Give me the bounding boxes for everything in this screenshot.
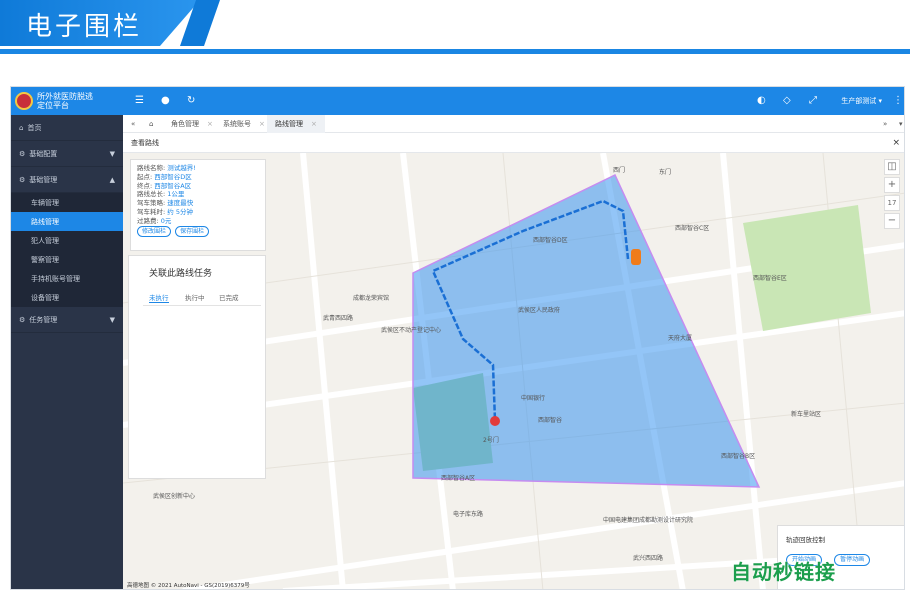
- chevron-up-icon: ▲: [109, 175, 115, 184]
- sidebar: 所外就医防脱逃 定位平台 ⌂ 首页 ⚙ 基础配置 ▼ ⚙ 基础管理 ▲ 车辆管理 …: [11, 87, 123, 589]
- end-marker-icon[interactable]: [490, 416, 500, 426]
- more-icon[interactable]: ⋮: [893, 95, 903, 106]
- pause-animation-button[interactable]: 暂停动画: [834, 554, 871, 566]
- page-banner: 电子围栏: [0, 0, 910, 54]
- watermark: 自动秒链接: [731, 560, 836, 584]
- zoom-in-button[interactable]: +: [884, 177, 900, 193]
- user-menu[interactable]: 生产部测试 ▾: [841, 96, 882, 106]
- panel-title: 轨迹回放控制: [786, 536, 825, 544]
- route-start-row: 起点: 西部智谷D区: [137, 172, 192, 181]
- app-window: 所外就医防脱逃 定位平台 ⌂ 首页 ⚙ 基础配置 ▼ ⚙ 基础管理 ▲ 车辆管理 …: [10, 86, 905, 590]
- refresh-icon[interactable]: ↻: [187, 95, 195, 106]
- close-icon[interactable]: ×: [311, 120, 317, 128]
- gear-icon: ⚙: [19, 175, 26, 184]
- route-toll-row: 过路费: 0元: [137, 216, 172, 225]
- map-label: 西部智谷: [538, 417, 563, 424]
- chevron-down-icon[interactable]: ▾: [891, 115, 904, 133]
- panel-header: 查看路线 ×: [123, 133, 904, 153]
- sidebar-item-home[interactable]: ⌂ 首页: [11, 115, 123, 141]
- map-label: 西部智谷D区: [533, 237, 568, 244]
- palette-icon[interactable]: ◐: [757, 95, 766, 106]
- sidebar-item-basic-config[interactable]: ⚙ 基础配置 ▼: [11, 141, 123, 167]
- sidebar-item-devices[interactable]: 设备管理: [11, 288, 123, 307]
- map-label: 中国电建集团成都勘测设计研究院: [603, 517, 694, 524]
- layers-icon[interactable]: ◫: [884, 159, 900, 175]
- map-view[interactable]: 西部智谷D区 武青西四路 西部智谷 武侯区人民政府 中国银行 电子库东路 武兴西…: [123, 153, 904, 589]
- route-time-row: 驾车耗时: 约 5分钟: [137, 207, 193, 216]
- map-label: 武侯区人民政府: [518, 307, 561, 314]
- map-label: 西部智谷C区: [675, 225, 710, 232]
- tab-roles[interactable]: 角色管理 ×: [163, 115, 221, 133]
- panel-title: 关联此路线任务: [149, 269, 213, 279]
- map-label: 2号门: [483, 437, 499, 444]
- tab-running[interactable]: 执行中: [185, 292, 205, 302]
- task-tabs: 未执行 执行中 已完成: [143, 292, 261, 306]
- record-icon[interactable]: ●: [161, 95, 170, 106]
- sidebar-item-vehicles[interactable]: 车辆管理: [11, 193, 123, 212]
- map-label: 成都龙荣宾馆: [353, 295, 390, 302]
- sidebar-item-routes[interactable]: 路线管理: [11, 212, 123, 231]
- sidebar-item-handheld-accounts[interactable]: 手持机账号管理: [11, 269, 123, 288]
- route-length-row: 路线总长: 1公里: [137, 190, 185, 199]
- tab-bar: « ⌂ 角色管理 × 系统账号 × 路线管理 × » ▾: [123, 115, 904, 133]
- map-label: 天府大厦: [668, 335, 693, 342]
- sidebar-item-tasks[interactable]: ⚙ 任务管理 ▼: [11, 307, 123, 333]
- close-icon[interactable]: ×: [892, 133, 900, 153]
- logo-text: 所外就医防脱逃 定位平台: [37, 92, 93, 110]
- geofence-polygon[interactable]: [412, 173, 761, 488]
- edit-fence-button[interactable]: 修改围栏: [137, 225, 172, 237]
- sidebar-item-prisoners[interactable]: 犯人管理: [11, 231, 123, 250]
- gear-icon: ⚙: [19, 149, 26, 158]
- save-fence-button[interactable]: 保存围栏: [175, 225, 210, 237]
- tab-completed[interactable]: 已完成: [219, 292, 239, 302]
- map-label: 电子库东路: [453, 511, 484, 518]
- map-label: 西部智谷E区: [753, 275, 787, 282]
- map-label: 新车里站区: [791, 411, 822, 418]
- banner-title: 电子围栏: [26, 12, 143, 42]
- map-label: 东门: [659, 169, 672, 176]
- close-icon[interactable]: ×: [259, 120, 265, 128]
- zoom-level: 17: [884, 195, 900, 211]
- close-icon[interactable]: ×: [207, 120, 213, 128]
- tag-icon[interactable]: ◇: [783, 95, 791, 106]
- map-label: 武侯区不动产登记中心: [381, 327, 442, 334]
- zoom-out-button[interactable]: −: [884, 213, 900, 229]
- fullscreen-icon[interactable]: ⤢: [809, 95, 817, 106]
- map-label: 西门: [613, 167, 626, 174]
- banner-divider: [0, 49, 910, 54]
- zoom-control: ◫ + 17 −: [884, 159, 900, 231]
- map-label: 中国银行: [521, 395, 546, 402]
- chevron-down-icon: ▼: [109, 315, 115, 324]
- police-badge-icon: [15, 92, 33, 110]
- map-label: 武青西四路: [323, 315, 354, 322]
- sidebar-item-police[interactable]: 警察管理: [11, 250, 123, 269]
- sidebar-item-basic-management[interactable]: ⚙ 基础管理 ▲: [11, 167, 123, 193]
- route-info-panel: 路线名称: 测试越界! 起点: 西部智谷D区 终点: 西部智谷A区 路线总长: …: [130, 159, 266, 251]
- app-logo: 所外就医防脱逃 定位平台: [11, 87, 123, 115]
- vehicle-marker-icon[interactable]: [631, 249, 641, 265]
- tab-routes[interactable]: 路线管理 ×: [267, 115, 325, 133]
- tab-home-icon[interactable]: ⌂: [141, 115, 161, 133]
- route-name-row: 路线名称: 测试越界!: [137, 164, 196, 172]
- related-tasks-panel: 关联此路线任务 未执行 执行中 已完成: [128, 255, 266, 479]
- gear-icon: ⚙: [19, 315, 26, 324]
- tab-accounts[interactable]: 系统账号 ×: [215, 115, 273, 133]
- panel-title: 查看路线: [131, 139, 159, 147]
- map-label: 西部智谷B区: [721, 453, 756, 460]
- map-label: 武侯区创新中心: [153, 493, 196, 500]
- map-copyright: 高德地图 © 2021 AutoNavi - GS(2019)6379号: [127, 583, 250, 589]
- tab-pending[interactable]: 未执行: [149, 292, 169, 303]
- home-icon: ⌂: [19, 123, 24, 132]
- route-strategy-row: 驾车策略: 速度最快: [137, 199, 194, 208]
- map-label: 武兴西四路: [633, 555, 664, 562]
- chevron-down-icon: ▼: [109, 149, 115, 158]
- menu-icon[interactable]: ☰: [135, 95, 144, 106]
- top-bar: ☰ ● ↻ ◐ ◇ ⤢ 生产部测试 ▾ ⋮: [123, 87, 904, 115]
- map-label: 西部智谷A区: [441, 475, 476, 482]
